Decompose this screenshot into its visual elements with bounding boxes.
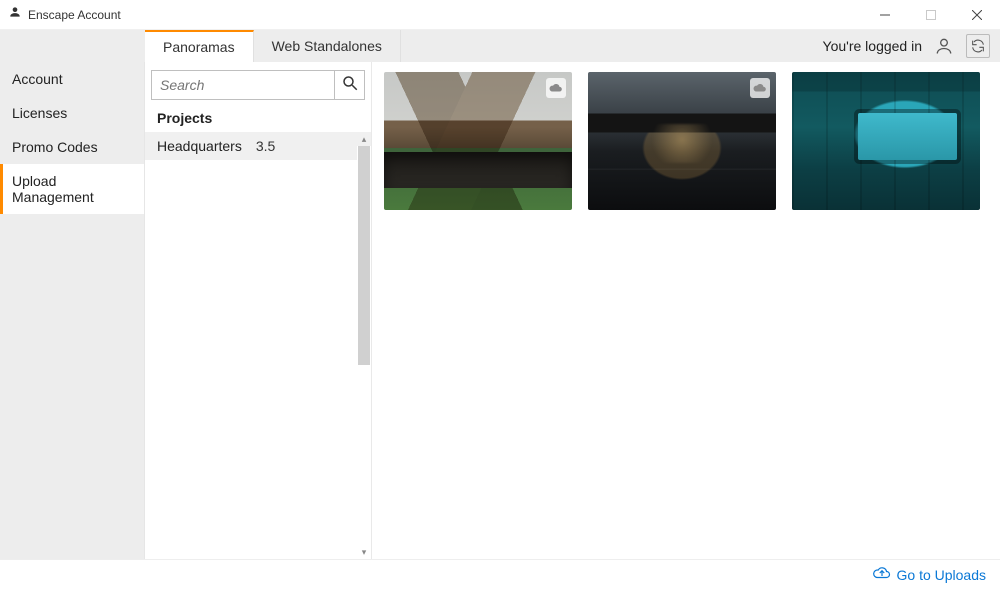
top-row: Panoramas Web Standalones You're logged … xyxy=(0,30,1000,62)
sidebar-item-upload-management[interactable]: Upload Management xyxy=(0,164,144,214)
projects-heading: Projects xyxy=(145,106,371,132)
sidebar-item-label: Account xyxy=(12,71,63,87)
maximize-button[interactable] xyxy=(908,0,954,30)
project-version: 3.5 xyxy=(256,138,275,154)
sidebar-item-licenses[interactable]: Licenses xyxy=(0,96,144,130)
search-row xyxy=(145,62,371,106)
user-icon[interactable] xyxy=(932,34,956,58)
titlebar: Enscape Account xyxy=(0,0,1000,30)
window-title: Enscape Account xyxy=(28,8,121,22)
top-row-right: You're logged in xyxy=(823,30,1000,62)
search-input[interactable] xyxy=(160,77,326,93)
tab-web-standalones[interactable]: Web Standalones xyxy=(254,30,401,62)
tab-panoramas[interactable]: Panoramas xyxy=(145,30,254,62)
project-name: Headquarters xyxy=(157,138,242,154)
sidebar-item-label: Upload Management xyxy=(12,173,94,205)
refresh-icon[interactable] xyxy=(966,34,990,58)
sidebar-item-label: Promo Codes xyxy=(12,139,98,155)
go-to-uploads-label: Go to Uploads xyxy=(897,567,987,583)
projects-list: Headquarters 3.5 ▴ ▾ xyxy=(145,132,371,559)
content-area xyxy=(372,62,1000,559)
login-status: You're logged in xyxy=(823,38,922,54)
app-icon xyxy=(8,5,22,24)
projects-scrollbar[interactable]: ▴ ▾ xyxy=(357,132,371,559)
scroll-thumb[interactable] xyxy=(358,146,370,365)
project-item[interactable]: Headquarters 3.5 xyxy=(145,132,371,160)
thumbnail-panorama-2[interactable] xyxy=(588,72,776,210)
sidebar-item-promo-codes[interactable]: Promo Codes xyxy=(0,130,144,164)
tab-label: Web Standalones xyxy=(272,38,382,54)
sidebar-item-label: Licenses xyxy=(12,105,67,121)
sidebar-item-account[interactable]: Account xyxy=(0,62,144,96)
projects-column: Projects Headquarters 3.5 ▴ ▾ xyxy=(145,62,372,559)
search-button[interactable] xyxy=(335,70,365,100)
search-icon xyxy=(341,74,359,97)
footer: Go to Uploads xyxy=(0,559,1000,589)
minimize-button[interactable] xyxy=(862,0,908,30)
close-button[interactable] xyxy=(954,0,1000,30)
window-controls xyxy=(862,0,1000,30)
sidebar-header-spacer xyxy=(0,30,145,62)
scroll-down-icon[interactable]: ▾ xyxy=(357,545,371,559)
thumbnail-panorama-3[interactable] xyxy=(792,72,980,210)
go-to-uploads-link[interactable]: Go to Uploads xyxy=(873,564,987,585)
thumbnail-grid xyxy=(384,72,988,210)
cloud-icon xyxy=(546,78,566,98)
cloud-icon xyxy=(750,78,770,98)
scroll-up-icon[interactable]: ▴ xyxy=(357,132,371,146)
sidebar: Account Licenses Promo Codes Upload Mana… xyxy=(0,62,145,559)
titlebar-left: Enscape Account xyxy=(8,5,121,24)
main: Account Licenses Promo Codes Upload Mana… xyxy=(0,62,1000,559)
tab-label: Panoramas xyxy=(163,39,235,55)
thumbnail-panorama-1[interactable] xyxy=(384,72,572,210)
scroll-track[interactable] xyxy=(357,146,371,545)
tabs: Panoramas Web Standalones xyxy=(145,30,401,62)
cloud-upload-icon xyxy=(873,564,891,585)
search-box[interactable] xyxy=(151,70,335,100)
